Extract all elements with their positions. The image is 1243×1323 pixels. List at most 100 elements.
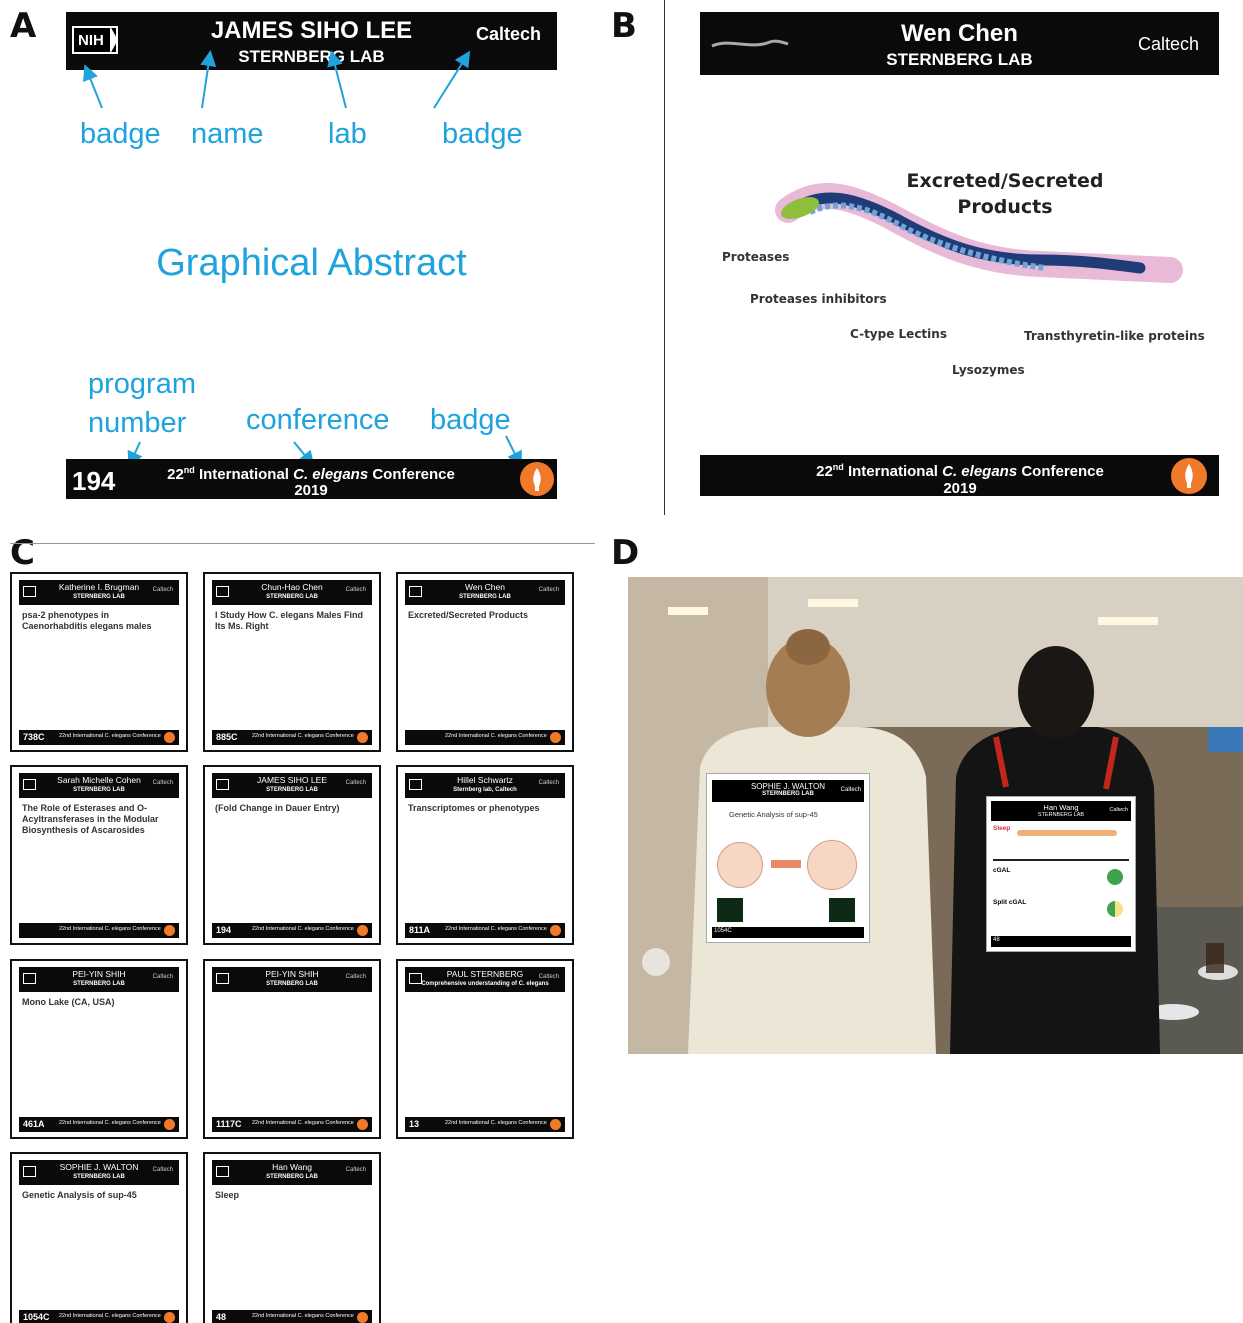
thumb-abstract: Excreted/Secreted Products [408,610,562,726]
conference-logo-icon [357,925,368,936]
thumb-number: 811A [409,925,431,935]
panel-b: Wen Chen STERNBERG LAB Caltech Excreted/… [700,12,1219,497]
thumb-footer: 1117C 22nd International C. elegans Confe… [212,1117,372,1132]
panel-b-footer: 22nd International C. elegans Conference… [700,455,1219,497]
nih-badge-icon [23,1166,36,1177]
thumb-conference: 22nd International C. elegans Conference [59,1313,161,1319]
worn-poster-right: Han Wang STERNBERG LAB Caltech Sleep cGA… [986,796,1136,952]
thumb-header: PEI-YIN SHIH STERNBERG LAB Caltech [19,967,179,992]
thumb-header: Wen Chen STERNBERG LAB Caltech [405,580,565,605]
conference-logo-icon [164,925,175,936]
conf-ordinal: 22 [816,463,833,480]
thumb-abstract: Transcriptomes or phenotypes [408,803,562,919]
caltech-badge: Caltech [1138,34,1200,54]
thumb-abstract: Sleep [215,1190,369,1306]
poster-split-label: Split cGAL [993,899,1027,906]
thumb-footer: 1054C 22nd International C. elegans Confe… [19,1310,179,1323]
worn-poster-left: SOPHIE J. WALTON STERNBERG LAB Caltech G… [706,773,870,943]
thumb-lab: STERNBERG LAB [73,981,125,987]
thumb-abstract-text: Excreted/Secreted Products [408,610,529,620]
thumb-abstract-text: (Fold Change in Dauer Entry) [215,803,340,813]
conference-logo-icon [164,1119,175,1130]
nih-badge-icon [23,973,36,984]
nih-badge-icon [23,586,36,597]
thumb-badge: Caltech [152,780,173,786]
poster-number: 48 [993,937,1000,943]
thumb-abstract-text: I Study How C. elegans Males Find Its Ms… [215,610,364,631]
poster-micrograph-2 [829,898,855,922]
label-program: program [88,368,196,400]
poster-cell-left [717,842,763,888]
conference-logo-icon [164,732,175,743]
badge-thumbnail: Chun-Hao Chen STERNBERG LAB Caltech I Study… [203,572,381,752]
poster-badge: Caltech [840,787,861,793]
thumb-abstract: psa-2 phenotypes in Caenorhabditis elega… [22,610,176,726]
thumb-number: 1117C [216,1119,242,1129]
thumb-badge: Caltech [345,974,366,980]
poster-sleep-label: Sleep [993,825,1011,832]
thumb-footer: 811A 22nd International C. elegans Confer… [405,923,565,938]
label-conference: conference [246,404,390,436]
poster-number: 1054C [714,928,732,934]
poster-micrograph-1 [717,898,743,922]
conf-mid: International [843,463,943,480]
badge-thumbnail: SOPHIE J. WALTON STERNBERG LAB Caltech Gene… [10,1152,188,1323]
poster-header: SOPHIE J. WALTON STERNBERG LAB Caltech [712,780,864,802]
thumb-header: SOPHIE J. WALTON STERNBERG LAB Caltech [19,1160,179,1185]
conference-logo-icon [357,1312,368,1323]
thumb-header: PAUL STERNBERG Comprehensive understandin… [405,967,565,992]
thumb-conference: 22nd International C. elegans Conference [252,1120,354,1126]
thumb-abstract-text: Genetic Analysis of sup-45 [22,1190,137,1200]
nih-badge-icon [216,779,229,790]
thumb-conference: 22nd International C. elegans Conference [59,733,161,739]
panel-a: NIH JAMES SIHO LEE STERNBERG LAB Caltech… [66,12,557,499]
thumb-abstract-text: Sleep [215,1190,240,1200]
thumb-lab: STERNBERG LAB [459,594,511,600]
program-number: 194 [72,466,116,496]
thumb-footer: 885C 22nd International C. elegans Confer… [212,730,372,745]
thumb-abstract-text: Mono Lake (CA, USA) [22,997,115,1007]
poster-cell-right [807,840,857,890]
thumb-conference: 22nd International C. elegans Conference [59,926,161,932]
thumb-number: 738C [23,732,45,742]
thumb-badge: Caltech [152,974,173,980]
thumb-abstract [215,997,369,1113]
conf-post: Conference [368,466,455,483]
label-badge-left: badge [80,118,161,150]
vertical-divider [664,0,665,515]
badge-thumbnail: JAMES SIHO LEE STERNBERG LAB Caltech (Fold … [203,765,381,945]
poster-header: Han Wang STERNBERG LAB Caltech [991,801,1131,821]
badge-thumbnail: Sarah Michelle Cohen STERNBERG LAB Caltech… [10,765,188,945]
conference-logo-icon [357,1119,368,1130]
thumb-conference: 22nd International C. elegans Conference [59,1120,161,1126]
label-name: name [191,118,264,150]
label-proteases: Proteases [722,250,790,264]
thumb-header: Han Wang STERNBERG LAB Caltech [212,1160,372,1185]
conf-ordinal: 22 [167,466,184,483]
badge-thumbnail: Han Wang STERNBERG LAB Caltech Sleep 48 22nd … [203,1152,381,1323]
thumb-number: 1054C [23,1312,50,1322]
label-lysozymes: Lysozymes [952,363,1025,377]
thumb-lab: STERNBERG LAB [266,981,318,987]
thumb-badge: Caltech [538,780,559,786]
thumb-number: 194 [216,925,232,935]
poster-cgal-dot [1107,869,1123,885]
thumb-footer: 738C 22nd International C. elegans Confer… [19,730,179,745]
thumb-lab: Comprehensive understanding of C. elegan… [421,981,549,987]
thumb-lab: Sternberg lab, Caltech [453,787,517,793]
conf-mid: International [194,466,294,483]
label-c-type-lectins: C-type Lectins [850,327,947,341]
conf-year: 2019 [294,482,328,499]
thumb-lab: STERNBERG LAB [73,594,125,600]
conference-logo-icon [550,1119,561,1130]
conference-title: 22nd International C. elegans Conference… [126,462,496,499]
thumb-abstract: Genetic Analysis of sup-45 [22,1190,176,1306]
thumb-lab: STERNBERG LAB [266,1174,318,1180]
poster-rule [993,859,1129,861]
panel-letter-c: C [10,533,35,573]
poster-footer: 1054C [712,927,864,938]
thumb-lab: STERNBERG LAB [266,787,318,793]
conference-logo-icon [164,1312,175,1323]
thumb-conference: 22nd International C. elegans Conference [252,926,354,932]
thumb-abstract-text: Transcriptomes or phenotypes [408,803,540,813]
